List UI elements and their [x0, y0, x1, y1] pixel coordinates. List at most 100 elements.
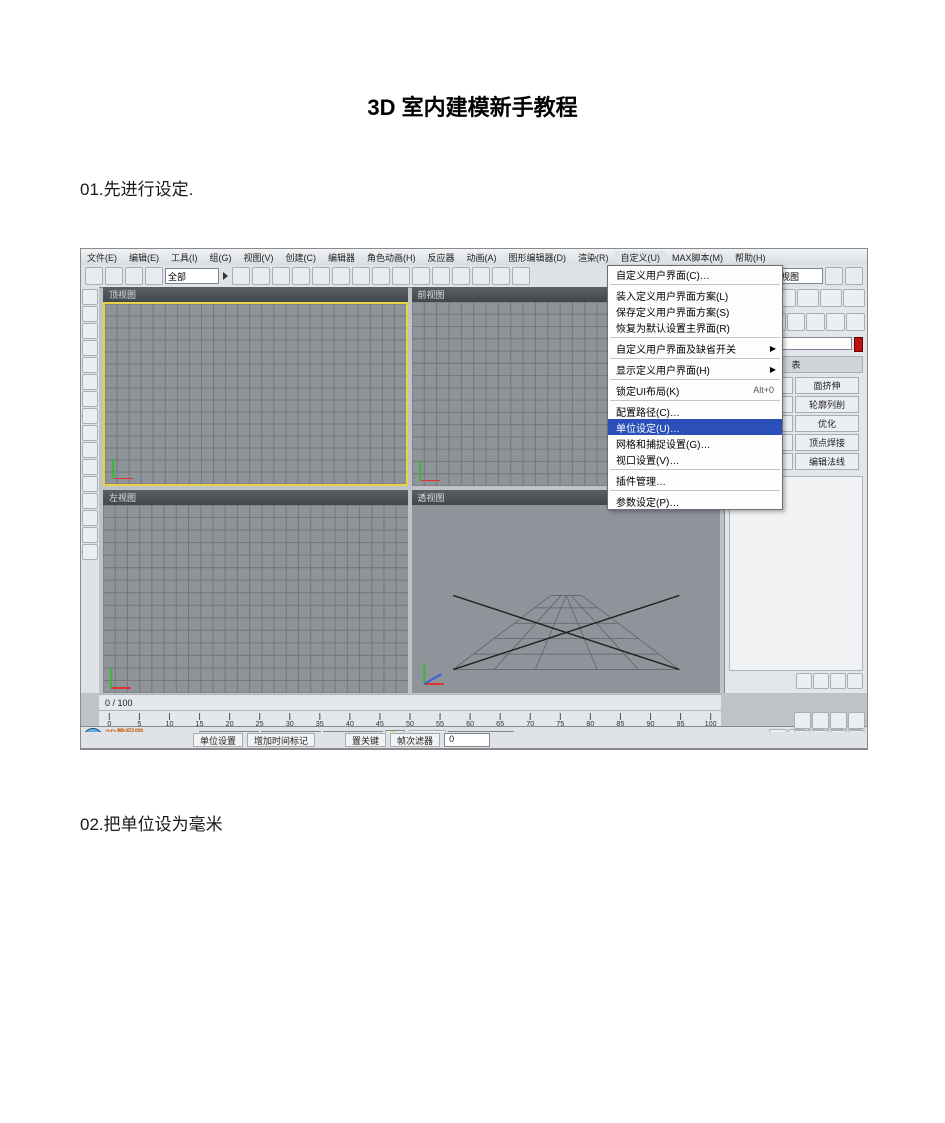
tab-icon[interactable]	[82, 306, 98, 322]
align-icon[interactable]	[432, 267, 450, 285]
rotate-icon[interactable]	[312, 267, 330, 285]
panel-footer-icons[interactable]	[725, 671, 867, 693]
modifier-button[interactable]: 轮廓列削	[795, 396, 859, 413]
customize-dropdown-menu[interactable]: 自定义用户界面(C)… 装入定义用户界面方案(L)保存定义用户界面方案(S)恢复为…	[607, 265, 783, 510]
tab-icon[interactable]	[82, 391, 98, 407]
menu-item[interactable]: 插件管理…	[608, 472, 782, 488]
menu-item[interactable]: 编辑(E)	[123, 251, 165, 264]
tab-icon[interactable]	[82, 374, 98, 390]
schematic-icon[interactable]	[492, 267, 510, 285]
menu-item[interactable]: 保存定义用户界面方案(S)	[608, 303, 782, 319]
zoom-all-icon[interactable]	[812, 712, 829, 729]
viewport-perspective[interactable]: 透视图	[412, 490, 721, 693]
menu-item[interactable]: 显示定义用户界面(H)▶	[608, 361, 782, 377]
viewport-top[interactable]: 顶视图	[103, 287, 408, 486]
tab-icon[interactable]	[82, 408, 98, 424]
config-icon[interactable]	[813, 673, 829, 689]
helpers-icon[interactable]	[806, 313, 825, 331]
zoom-icon[interactable]	[794, 712, 811, 729]
tab-icon[interactable]	[82, 289, 98, 305]
zoom-extents-all-icon[interactable]	[848, 712, 865, 729]
tab-icon[interactable]	[82, 544, 98, 560]
tab-icon[interactable]	[82, 425, 98, 441]
menu-item[interactable]: 视口设置(V)…	[608, 451, 782, 467]
menu-item[interactable]: 配置路径(C)…	[608, 403, 782, 419]
select-region-icon[interactable]	[272, 267, 290, 285]
modifier-button[interactable]: 优化	[795, 415, 859, 432]
menu-item[interactable]: 角色动画(H)	[361, 251, 422, 264]
tab-icon[interactable]	[82, 442, 98, 458]
redo-icon[interactable]	[105, 267, 123, 285]
tab-icon[interactable]	[82, 527, 98, 543]
menu-item[interactable]: 自定义用户界面(C)…	[608, 266, 782, 282]
menu-item[interactable]: 恢复为默认设置主界面(R)	[608, 319, 782, 335]
color-swatch[interactable]	[854, 337, 863, 352]
zoom-extents-icon[interactable]	[830, 712, 847, 729]
tab-icon[interactable]	[82, 476, 98, 492]
tab-icon[interactable]	[82, 357, 98, 373]
move-icon[interactable]	[292, 267, 310, 285]
angle-snap-icon[interactable]	[372, 267, 390, 285]
viewport-left[interactable]: 左视图	[103, 490, 408, 693]
percent-snap-icon[interactable]	[392, 267, 410, 285]
display-tab-icon[interactable]	[820, 289, 842, 307]
scale-icon[interactable]	[332, 267, 350, 285]
mirror-icon[interactable]	[412, 267, 430, 285]
select-name-icon[interactable]	[252, 267, 270, 285]
modifier-button[interactable]: 顶点焊接	[795, 434, 859, 451]
cameras-icon[interactable]	[787, 313, 806, 331]
menu-item[interactable]: 帮助(H)	[729, 251, 772, 264]
material-icon[interactable]	[512, 267, 530, 285]
motion-tab-icon[interactable]	[797, 289, 819, 307]
menu-item[interactable]: 参数设定(P)…	[608, 493, 782, 509]
menu-item[interactable]: 渲染(R)	[572, 251, 615, 264]
menu-item[interactable]: 创建(C)	[280, 251, 323, 264]
menu-bar[interactable]: 文件(E)编辑(E)工具(I)组(G)视图(V)创建(C)编辑器角色动画(H)反…	[81, 249, 867, 265]
menu-item[interactable]: 视图(V)	[238, 251, 280, 264]
key-filters-button[interactable]: 帧次滤器	[390, 733, 440, 747]
layer-icon[interactable]	[452, 267, 470, 285]
add-time-tag-button[interactable]: 增加时间标记	[247, 733, 315, 747]
time-slider[interactable]: 0 / 100	[99, 694, 721, 711]
quick-render-icon[interactable]	[845, 267, 863, 285]
tab-icon[interactable]	[82, 459, 98, 475]
tab-icon[interactable]	[82, 340, 98, 356]
menu-item[interactable]: 工具(I)	[165, 251, 204, 264]
lock-icon[interactable]	[847, 673, 863, 689]
left-toolbar[interactable]	[81, 287, 99, 693]
menu-item[interactable]: 单位设定(U)…	[608, 419, 782, 435]
undo-icon[interactable]	[85, 267, 103, 285]
modifier-button[interactable]: 面挤伸	[795, 377, 859, 394]
select-icon[interactable]	[232, 267, 250, 285]
menu-item[interactable]: 锁定UI布局(K)Alt+0	[608, 382, 782, 398]
menu-item[interactable]: 组(G)	[204, 251, 238, 264]
pin-icon[interactable]	[796, 673, 812, 689]
set-key-button[interactable]: 置关键	[345, 733, 386, 747]
tab-icon[interactable]	[82, 323, 98, 339]
menu-item[interactable]: 动画(A)	[461, 251, 503, 264]
menu-item[interactable]: 网格和捕捉设置(G)…	[608, 435, 782, 451]
spacewarps-icon[interactable]	[826, 313, 845, 331]
menu-item[interactable]: 编辑器	[322, 251, 361, 264]
tab-icon[interactable]	[82, 493, 98, 509]
menu-item[interactable]: 自定义用户界面及缺省开关▶	[608, 340, 782, 356]
modifier-button[interactable]: 编辑法线	[795, 453, 859, 470]
menu-item[interactable]: MAX脚本(M)	[666, 251, 729, 264]
menu-item[interactable]: 图形编辑器(D)	[503, 251, 573, 264]
snap-icon[interactable]	[352, 267, 370, 285]
curve-editor-icon[interactable]	[472, 267, 490, 285]
utilities-tab-icon[interactable]	[843, 289, 865, 307]
timeline-ruler[interactable]: 0510152025303540455055606570758085909510…	[99, 710, 721, 727]
unlink-icon[interactable]	[145, 267, 163, 285]
menu-item[interactable]: 文件(E)	[81, 251, 123, 264]
selection-filter-dropdown[interactable]: 全部	[165, 268, 219, 284]
systems-icon[interactable]	[846, 313, 865, 331]
menu-item[interactable]: 装入定义用户界面方案(L)	[608, 287, 782, 303]
help-icon[interactable]	[830, 673, 846, 689]
render-scene-icon[interactable]	[825, 267, 843, 285]
menu-item[interactable]: 自定义(U)	[615, 251, 667, 264]
menu-item[interactable]: 反应器	[422, 251, 461, 264]
current-frame-field[interactable]: 0	[444, 733, 490, 747]
cursor-icon[interactable]	[223, 272, 228, 280]
tab-icon[interactable]	[82, 510, 98, 526]
